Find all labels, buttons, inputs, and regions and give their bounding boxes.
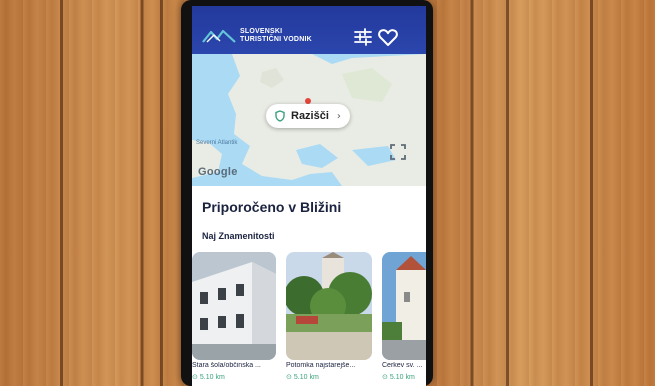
attraction-card[interactable]: Stara šola/občinska ... ⊙ 5.10 km (192, 252, 276, 386)
card-distance: ⊙ 5.10 km (382, 373, 415, 382)
plank-seam (60, 0, 63, 386)
attractions-carousel[interactable]: Stara šola/občinska ... ⊙ 5.10 km Potomk… (192, 252, 426, 386)
card-distance: ⊙ 5.10 km (192, 373, 225, 382)
brand-line-2: TURISTIČNI VODNIK (240, 36, 312, 43)
plank-seam (590, 0, 593, 386)
filter-button[interactable] (352, 26, 374, 48)
brand-line-1: SLOVENSKI (240, 28, 283, 35)
card-image (382, 252, 426, 360)
location-icon: ⊙ (286, 374, 292, 381)
card-image (192, 252, 276, 360)
google-logo: Google (198, 166, 238, 178)
chevron-right-icon: › (336, 110, 341, 122)
sliders-icon (354, 28, 372, 46)
card-distance: ⊙ 5.10 km (286, 373, 319, 382)
app-screen: SLOVENSKI TURISTIČNI VODNIK Severni Atla… (192, 6, 426, 386)
mountains-logo-icon (202, 29, 236, 43)
explore-button[interactable]: Razišči › (266, 104, 350, 128)
location-icon: ⊙ (382, 374, 388, 381)
subsection-title: Naj Znamenitosti (202, 231, 275, 241)
card-title: Potomka najstarejše... (286, 362, 356, 369)
favorites-button[interactable] (377, 26, 399, 48)
fullscreen-icon (390, 144, 406, 160)
card-title: Stara šola/občinska ... (192, 362, 261, 369)
card-title: Cerkev sv. ... (382, 362, 423, 369)
attraction-card[interactable]: Cerkev sv. ... ⊙ 5.10 km (382, 252, 426, 386)
location-icon: ⊙ (192, 374, 198, 381)
section-title: Priporočeno v Bližini (202, 199, 342, 215)
card-image (286, 252, 372, 360)
heart-icon (378, 29, 398, 46)
explore-label: Razišči (291, 110, 329, 122)
map-view[interactable]: Severni Atlantik Razišči › Google (192, 54, 426, 186)
plank-seam (506, 0, 509, 386)
attraction-card[interactable]: Potomka najstarejše... ⊙ 5.10 km (286, 252, 372, 386)
app-header: SLOVENSKI TURISTIČNI VODNIK (192, 6, 426, 54)
plank-seam (160, 0, 163, 386)
map-place-label: Severni Atlantik (196, 140, 238, 146)
shield-icon (275, 110, 285, 122)
fullscreen-button[interactable] (390, 144, 406, 160)
brand-name: SLOVENSKI TURISTIČNI VODNIK (240, 28, 312, 44)
